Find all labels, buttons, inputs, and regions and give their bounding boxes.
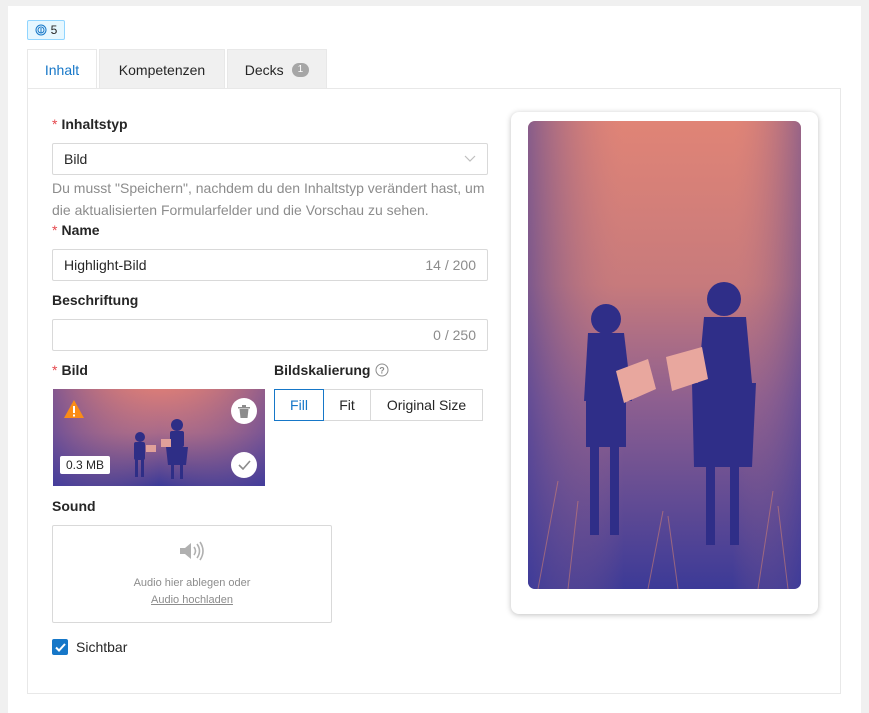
speaker-icon <box>180 541 204 561</box>
name-label: * Name <box>52 222 100 238</box>
image-size-tag: 0.3 MB <box>60 456 111 474</box>
audio-dropzone[interactable]: Audio hier ablegen oder Audio hochladen <box>52 525 332 623</box>
confirm-image-button[interactable] <box>231 452 257 478</box>
chevron-down-icon <box>464 155 476 162</box>
visible-checkbox[interactable] <box>52 639 68 655</box>
help-icon[interactable]: ? <box>375 363 389 377</box>
sound-label: Sound <box>52 498 96 514</box>
badge-count: 5 <box>50 23 58 37</box>
fingerprint-icon <box>35 24 47 36</box>
scaling-option-fill[interactable]: Fill <box>274 389 324 421</box>
name-input[interactable]: Highlight-Bild 14 / 200 <box>52 249 488 281</box>
caption-input[interactable]: 0 / 250 <box>52 319 488 351</box>
content-type-select[interactable]: Bild <box>52 143 488 175</box>
svg-text:?: ? <box>380 366 386 376</box>
scaling-option-fit[interactable]: Fit <box>323 389 371 421</box>
tab-decks[interactable]: Decks 1 <box>227 49 327 89</box>
delete-image-button[interactable] <box>231 398 257 424</box>
audio-drop-text: Audio hier ablegen oder <box>133 577 251 589</box>
content-type-label: * Inhaltstyp <box>52 116 128 132</box>
fingerprint-badge: 5 <box>27 20 65 40</box>
check-icon <box>237 460 251 470</box>
name-counter: 14 / 200 <box>425 257 476 273</box>
tab-label: Inhalt <box>44 62 80 78</box>
image-thumbnail[interactable]: 0.3 MB <box>53 389 265 486</box>
name-value: Highlight-Bild <box>64 257 147 273</box>
tab-inhalt[interactable]: Inhalt <box>27 49 97 90</box>
content-type-hint: Du musst "Speichern", nachdem du den Inh… <box>52 180 485 218</box>
decks-count-badge: 1 <box>291 62 310 77</box>
audio-upload-link[interactable]: Audio hochladen <box>53 594 331 606</box>
trash-icon <box>238 404 250 418</box>
caption-counter: 0 / 250 <box>433 327 476 343</box>
tab-label: Decks <box>244 61 284 78</box>
checkmark-icon <box>54 642 66 652</box>
tab-label: Kompetenzen <box>118 61 206 78</box>
preview-image <box>528 121 801 589</box>
caption-label: Beschriftung <box>52 292 139 308</box>
image-label: * Bild <box>52 362 88 378</box>
visible-label[interactable]: Sichtbar <box>76 639 127 655</box>
scaling-segmented-control: Fill Fit Original Size <box>274 389 483 421</box>
warning-icon <box>64 400 84 418</box>
preview-card <box>511 112 818 614</box>
tab-kompetenzen[interactable]: Kompetenzen <box>99 49 225 89</box>
scaling-label: Bildskalierung ? <box>274 362 389 378</box>
scaling-option-original-size[interactable]: Original Size <box>370 389 483 421</box>
content-type-value: Bild <box>64 151 88 167</box>
